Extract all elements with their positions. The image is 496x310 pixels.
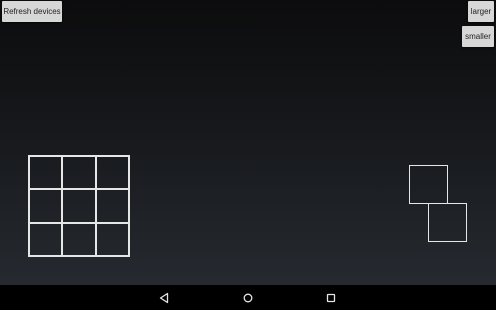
system-navigation-bar [0,285,496,310]
app-canvas[interactable]: Refresh devices larger smaller [0,0,496,285]
action-pad-upper[interactable] [409,165,448,204]
grid-cell[interactable] [29,189,63,223]
grid-cell[interactable] [29,156,63,190]
recent-apps-icon[interactable] [322,289,340,307]
larger-button[interactable]: larger [468,1,494,22]
touchpad-grid[interactable] [28,155,130,257]
refresh-devices-button[interactable]: Refresh devices [2,1,62,22]
grid-cell[interactable] [95,222,129,256]
home-icon[interactable] [239,289,257,307]
grid-cell[interactable] [62,156,96,190]
grid-cell[interactable] [62,189,96,223]
grid-cell[interactable] [62,222,96,256]
smaller-button[interactable]: smaller [462,26,494,47]
back-icon[interactable] [155,289,173,307]
grid-cell[interactable] [29,222,63,256]
grid-cell[interactable] [95,189,129,223]
action-pad-lower[interactable] [428,203,467,242]
grid-cell[interactable] [95,156,129,190]
